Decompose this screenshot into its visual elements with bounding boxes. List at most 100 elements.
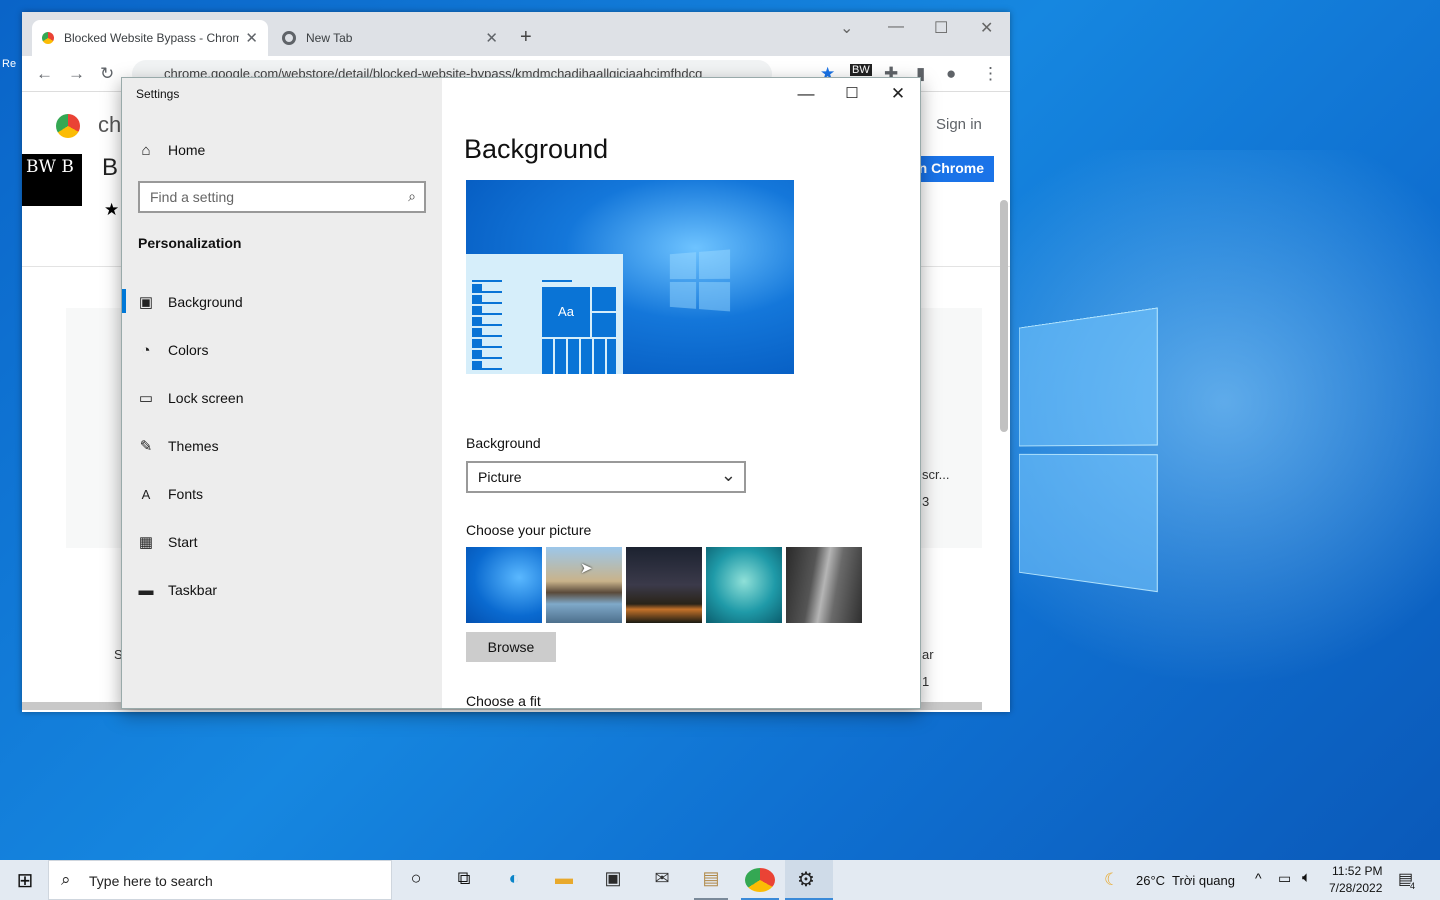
chrome-newtab-icon xyxy=(282,31,296,45)
store-icon[interactable]: ▣ xyxy=(598,868,628,892)
nav-label: Colors xyxy=(168,342,209,358)
mail-icon[interactable]: ✉ xyxy=(647,868,677,892)
nav-label: Start xyxy=(168,534,198,550)
new-tab-button[interactable]: + xyxy=(520,26,532,49)
nav-background[interactable]: ▣ Background xyxy=(122,282,442,322)
browse-button[interactable]: Browse xyxy=(466,632,556,662)
preview-tile-small xyxy=(592,287,616,311)
settings-taskbar-button[interactable]: ⚙ xyxy=(785,860,833,900)
lock-screen-icon: ▭ xyxy=(138,390,154,407)
task-view-icon[interactable]: ⧉ xyxy=(449,868,479,892)
close-icon[interactable]: ✕ xyxy=(980,18,993,38)
app-icon[interactable]: ▤ xyxy=(696,868,726,892)
picture-thumbnail-windows[interactable] xyxy=(466,547,542,623)
home-icon: ⌂ xyxy=(141,141,151,159)
weather-text[interactable]: 26°C Trời quang xyxy=(1136,873,1235,888)
weather-moon-icon[interactable]: ☾ xyxy=(1104,870,1119,890)
close-icon[interactable]: ✕ xyxy=(883,84,913,104)
nav-label: Fonts xyxy=(168,486,204,502)
taskbar-search-box[interactable]: ⌕ Type here to search xyxy=(48,860,392,900)
nav-start[interactable]: ▦ Start xyxy=(122,522,442,562)
start-icon: ▦ xyxy=(138,534,154,551)
file-explorer-icon[interactable]: ▬ xyxy=(549,868,579,892)
settings-content: — ☐ ✕ Background Aa Background Picture ⌄… xyxy=(442,78,920,709)
settings-window: Settings ⌂ Home Find a setting ⌕ Persona… xyxy=(121,77,921,709)
close-tab-icon[interactable]: ✕ xyxy=(485,29,498,47)
bg-text: scr... xyxy=(922,467,950,482)
nav-label: Lock screen xyxy=(168,390,244,406)
page-title: Background xyxy=(464,134,609,164)
windows-logo-icon xyxy=(669,249,731,312)
close-tab-icon[interactable]: ✕ xyxy=(245,29,258,47)
minimize-icon[interactable]: — xyxy=(791,84,821,104)
extension-bwb-icon[interactable]: BW xyxy=(850,64,872,76)
window-title: Settings xyxy=(136,87,180,101)
cortana-icon[interactable]: ○ xyxy=(401,868,431,892)
tab-title: New Tab xyxy=(306,31,353,45)
sign-in-link[interactable]: Sign in xyxy=(936,116,982,133)
forward-icon[interactable]: → xyxy=(68,64,85,84)
palette-icon: ◔ xyxy=(141,341,151,359)
webstore-name: ch xyxy=(98,112,122,137)
mouse-cursor-icon: ➤ xyxy=(580,560,593,577)
settings-nav-pane: Settings ⌂ Home Find a setting ⌕ Persona… xyxy=(122,78,442,708)
edge-icon[interactable]: ◐ xyxy=(499,868,529,892)
background-dropdown[interactable]: Picture ⌄ xyxy=(466,461,746,493)
nav-taskbar[interactable]: ▬ Taskbar xyxy=(122,570,442,610)
themes-icon: ✎ xyxy=(139,438,153,455)
nav-label: Themes xyxy=(168,438,219,454)
preview-title-line xyxy=(542,280,572,282)
nav-label: Background xyxy=(168,294,243,310)
rating-star-icon: ★ xyxy=(104,200,120,219)
chrome-tab-new[interactable]: New Tab ✕ xyxy=(272,20,508,56)
nav-colors[interactable]: ◔ Colors xyxy=(122,330,442,370)
notification-count: 4 xyxy=(1410,881,1416,891)
desktop-icons-column[interactable]: Re xyxy=(2,58,22,658)
taskbar: ⊞ ⌕ Type here to search ○ ⧉ ◐ ▬ ▣ ✉ ▤ ⚙ … xyxy=(0,860,1440,900)
nav-fonts[interactable]: A Fonts xyxy=(122,474,442,514)
clock-date[interactable]: 7/28/2022 xyxy=(1329,881,1382,895)
nav-themes[interactable]: ✎ Themes xyxy=(122,426,442,466)
network-icon[interactable]: ▭ xyxy=(1278,870,1291,887)
nav-home-label: Home xyxy=(168,142,206,158)
nav-home[interactable]: ⌂ Home xyxy=(122,130,442,170)
chevron-up-icon[interactable]: ^ xyxy=(1255,870,1262,886)
maximize-icon[interactable]: ☐ xyxy=(837,84,867,102)
webstore-logo-icon xyxy=(56,114,80,138)
back-icon[interactable]: ← xyxy=(36,64,53,84)
section-heading: Personalization xyxy=(138,235,242,251)
chevron-down-icon[interactable]: ⌄ xyxy=(840,18,853,38)
tab-title: Blocked Website Bypass - Chrom xyxy=(64,31,240,45)
taskbar-icon: ▬ xyxy=(138,581,154,599)
menu-kebab-icon[interactable]: ⋮ xyxy=(982,64,999,84)
gear-icon: ⚙ xyxy=(797,869,815,891)
preview-window: Aa xyxy=(466,254,623,374)
profile-avatar-icon[interactable]: ● xyxy=(946,64,956,84)
nav-label: Taskbar xyxy=(168,582,218,598)
extension-title: B xyxy=(102,154,119,181)
windows-start-icon[interactable]: ⊞ xyxy=(10,868,40,892)
picture-thumbnail-beach[interactable]: ➤ xyxy=(546,547,622,623)
volume-icon[interactable]: 🔈︎ xyxy=(1302,869,1311,886)
preview-tile: Aa xyxy=(542,287,590,337)
find-setting-search[interactable]: Find a setting ⌕ xyxy=(138,181,426,213)
background-label: Background xyxy=(466,435,541,451)
minimize-icon[interactable]: — xyxy=(888,18,904,36)
extension-logo: BW B xyxy=(22,154,82,206)
chrome-favicon-icon xyxy=(42,32,54,44)
picture-icon: ▣ xyxy=(138,294,154,311)
chrome-tab-active[interactable]: Blocked Website Bypass - Chrom ✕ xyxy=(32,20,268,56)
picture-thumbnail-night-sky[interactable] xyxy=(626,547,702,623)
preview-tile-small xyxy=(592,313,616,337)
reload-icon[interactable]: ↻ xyxy=(100,64,114,84)
maximize-icon[interactable]: ☐ xyxy=(934,18,948,38)
bg-text: 3 xyxy=(922,494,930,509)
picture-thumbnail-rock[interactable] xyxy=(786,547,862,623)
clock-time[interactable]: 11:52 PM xyxy=(1332,864,1382,878)
picture-thumbnail-underwater[interactable] xyxy=(706,547,782,623)
windows-logo-wallpaper xyxy=(1018,307,1163,597)
page-scrollbar-thumb[interactable] xyxy=(1000,200,1008,432)
choose-fit-label: Choose a fit xyxy=(466,693,541,709)
chrome-taskbar-icon[interactable] xyxy=(745,868,775,892)
nav-lock-screen[interactable]: ▭ Lock screen xyxy=(122,378,442,418)
